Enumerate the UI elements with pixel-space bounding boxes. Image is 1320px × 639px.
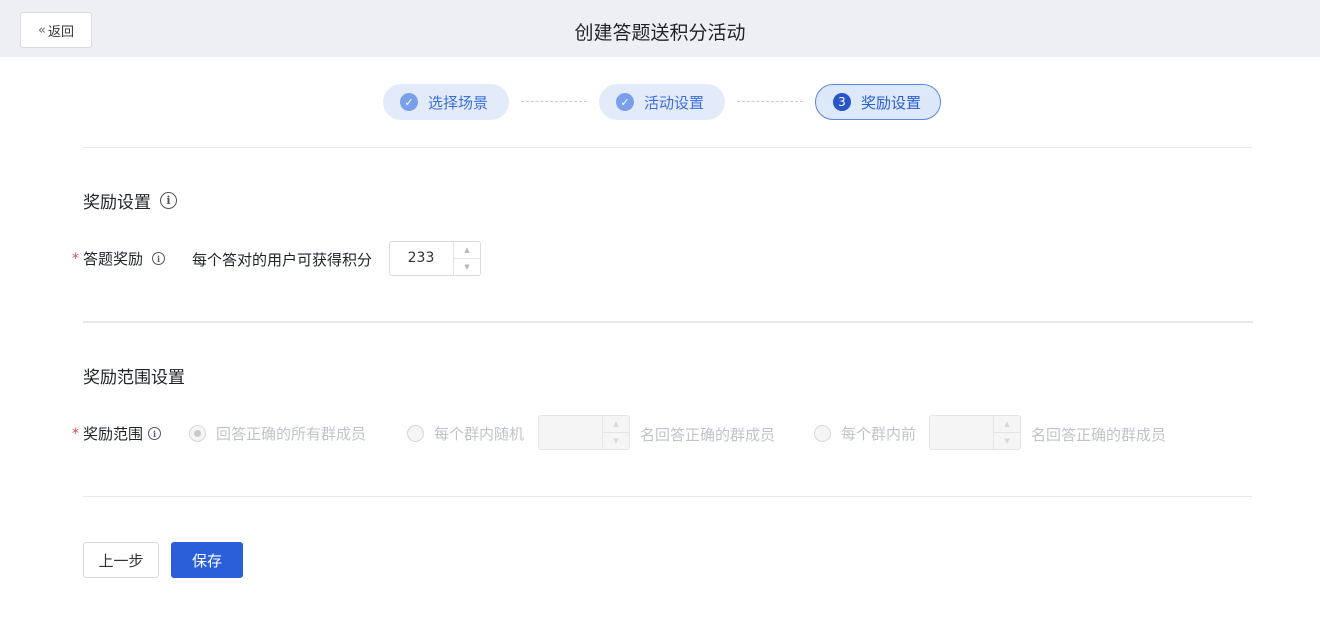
reward-field-label-text: 答题奖励 [83, 250, 144, 268]
step-label: 活动设置 [644, 93, 705, 112]
radio-circle[interactable] [189, 425, 206, 442]
radio-label: 回答正确的所有群成员 [216, 425, 367, 443]
divider [83, 321, 1253, 323]
reward-field-label: * 答题奖励 i [72, 248, 166, 269]
random-suffix-text: 名回答正确的群成员 [640, 426, 776, 444]
points-input[interactable]: 233 [390, 242, 452, 275]
top-count-input[interactable] [930, 416, 992, 449]
page-title: 创建答题送积分活动 [574, 22, 746, 44]
decrement-icon[interactable]: ▼ [603, 432, 629, 448]
required-asterisk: * [72, 425, 79, 442]
increment-icon[interactable]: ▲ [603, 416, 629, 432]
step-number-badge: 3 [833, 93, 851, 111]
check-icon: ✓ [616, 93, 634, 111]
radio-label: 每个群内前 [841, 425, 917, 443]
increment-icon[interactable]: ▲ [454, 242, 480, 258]
radio-circle[interactable] [407, 425, 424, 442]
stepper-arrows: ▲ ▼ [602, 416, 629, 449]
reward-description: 每个答对的用户可获得积分 [192, 251, 373, 269]
steps-indicator: ✓ 选择场景 ✓ 活动设置 3 奖励设置 [0, 84, 1320, 120]
divider [83, 147, 1252, 148]
section-title-reward: 奖励设置 i [83, 188, 177, 213]
section-title-text: 奖励范围设置 [83, 368, 185, 388]
step-connector [521, 101, 587, 102]
decrement-icon[interactable]: ▼ [994, 432, 1020, 448]
scope-field-label: * 奖励范围 i [72, 423, 162, 444]
radio-all-members[interactable]: 回答正确的所有群成员 [189, 423, 366, 444]
step-label: 选择场景 [428, 93, 489, 112]
info-icon[interactable]: i [160, 192, 177, 209]
step-activity-settings[interactable]: ✓ 活动设置 [599, 84, 725, 120]
save-button[interactable]: 保存 [171, 542, 243, 578]
section-title-scope: 奖励范围设置 [83, 363, 185, 388]
radio-top-members[interactable]: 每个群内前 [814, 423, 916, 444]
info-icon[interactable]: i [152, 252, 166, 265]
step-select-scene[interactable]: ✓ 选择场景 [383, 84, 509, 120]
increment-icon[interactable]: ▲ [994, 416, 1020, 432]
step-connector [737, 101, 803, 102]
info-icon[interactable]: i [148, 427, 162, 440]
step-label: 奖励设置 [861, 93, 922, 112]
divider [83, 496, 1252, 497]
top-suffix-text: 名回答正确的群成员 [1031, 426, 1167, 444]
stepper-arrows: ▲ ▼ [453, 242, 480, 275]
points-stepper[interactable]: 233 ▲ ▼ [389, 241, 481, 276]
required-asterisk: * [72, 250, 79, 267]
random-count-stepper[interactable]: ▲ ▼ [538, 415, 630, 450]
top-bar: « 返回 创建答题送积分活动 [0, 0, 1320, 57]
decrement-icon[interactable]: ▼ [454, 258, 480, 274]
step-reward-settings[interactable]: 3 奖励设置 [815, 84, 941, 120]
top-count-stepper[interactable]: ▲ ▼ [929, 415, 1021, 450]
radio-circle[interactable] [814, 425, 831, 442]
stepper-arrows: ▲ ▼ [993, 416, 1020, 449]
radio-label: 每个群内随机 [434, 425, 525, 443]
scope-field-label-text: 奖励范围 [83, 425, 144, 443]
random-count-input[interactable] [539, 416, 601, 449]
check-icon: ✓ [400, 93, 418, 111]
radio-random-members[interactable]: 每个群内随机 [407, 423, 524, 444]
section-title-text: 奖励设置 [83, 193, 151, 213]
previous-step-button[interactable]: 上一步 [83, 542, 159, 578]
